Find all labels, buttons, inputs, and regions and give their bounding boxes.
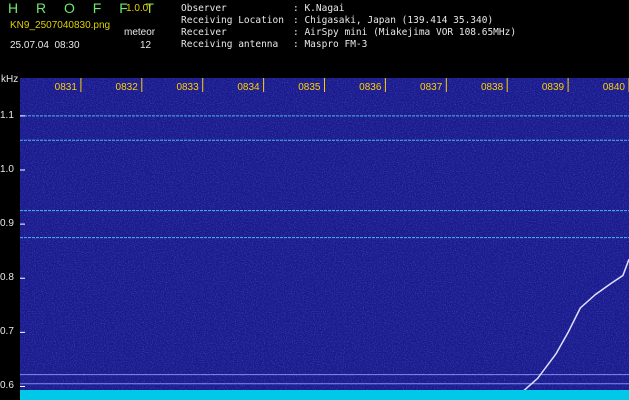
meteor-count-label: meteor xyxy=(124,27,156,38)
x-tick-label: 0832 xyxy=(116,82,139,93)
meteor-count-value: 12 xyxy=(140,40,152,51)
app-version: 1.0.0f xyxy=(126,3,152,14)
x-tick-label: 0831 xyxy=(55,82,78,93)
observation-datetime: 25.07.04 08:30 xyxy=(10,40,80,51)
bottom-noise-floor xyxy=(20,390,629,400)
spectrogram-chart: 0831 0832 0833 0834 0835 0836 0837 0838 0839 0840 xyxy=(20,78,629,400)
location-value: : Chigasaki, Japan (139.414 35.340) xyxy=(293,15,494,26)
y-tick-label: 0.8 xyxy=(0,272,14,284)
x-tick-label: 0838 xyxy=(481,82,504,93)
x-tick-label: 0833 xyxy=(176,82,199,93)
observer-value: : K.Nagai xyxy=(293,3,345,14)
receiver-key: Receiver xyxy=(181,27,227,38)
x-tick-label: 0836 xyxy=(359,82,382,93)
antenna-key: Receiving antenna xyxy=(181,39,279,50)
y-tick-label: 0.7 xyxy=(0,326,14,338)
x-tick-label: 0839 xyxy=(542,82,565,93)
y-axis-unit: kHz xyxy=(1,74,19,85)
y-tick-label: 0.6 xyxy=(0,380,14,392)
location-key: Receiving Location xyxy=(181,15,284,26)
x-tick-label: 0840 xyxy=(603,82,626,93)
file-name: KN9_2507040830.png xyxy=(10,20,111,31)
x-tick-label: 0837 xyxy=(420,82,443,93)
y-tick-label: 1.0 xyxy=(0,164,14,175)
observer-key: Observer xyxy=(181,3,227,14)
receiver-value: : AirSpy mini (Miakejima VOR 108.65MHz) xyxy=(293,27,517,38)
y-tick-label: 0.9 xyxy=(0,218,14,230)
antenna-value: : Maspro FM-3 xyxy=(293,39,368,50)
x-tick-label: 0835 xyxy=(298,82,321,93)
spectrogram-noise xyxy=(20,78,629,400)
x-tick-label: 0834 xyxy=(237,82,260,93)
y-tick-label: 1.1 xyxy=(0,109,14,121)
